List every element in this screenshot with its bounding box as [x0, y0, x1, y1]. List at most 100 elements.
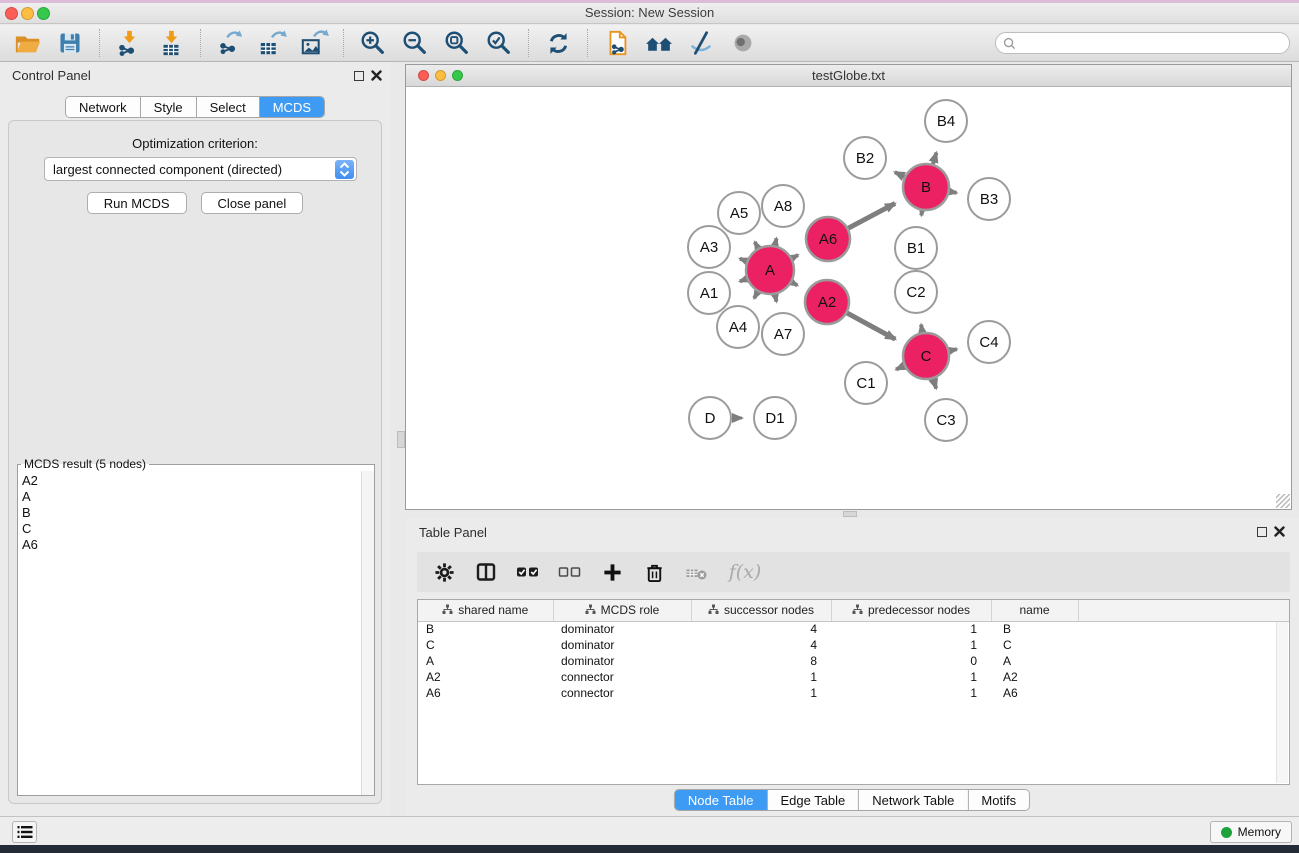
minimize-traffic-light[interactable]	[21, 7, 34, 20]
node-B1[interactable]: B1	[895, 227, 937, 269]
node-A6[interactable]: A6	[806, 217, 850, 261]
delete-table-button[interactable]	[683, 559, 709, 585]
column-header-name[interactable]: name	[991, 600, 1078, 621]
column-header-MCDS-role[interactable]: MCDS role	[553, 600, 691, 621]
export-image-button[interactable]	[298, 27, 330, 59]
show-hidden-button[interactable]	[727, 27, 759, 59]
zoom-out-button[interactable]	[399, 27, 431, 59]
table-row[interactable]: Cdominator41C	[418, 637, 1289, 653]
node-C3[interactable]: C3	[925, 399, 967, 441]
mcds-result-item[interactable]: A2	[18, 473, 361, 489]
node-C2[interactable]: C2	[895, 271, 937, 313]
close-traffic-light[interactable]	[5, 7, 18, 20]
edge-A-A7[interactable]	[775, 294, 776, 301]
select-all-button[interactable]	[515, 559, 541, 585]
column-header-successor-nodes[interactable]: successor nodes	[691, 600, 831, 621]
tab-style[interactable]: Style	[141, 97, 197, 117]
table-scrollbar[interactable]	[1276, 622, 1288, 783]
edge-C-C2[interactable]	[921, 325, 922, 333]
edge-A-A6[interactable]	[792, 255, 798, 258]
node-B[interactable]: B	[903, 164, 949, 210]
tab-network[interactable]: Network	[66, 97, 141, 117]
node-B4[interactable]: B4	[925, 100, 967, 142]
node-A7[interactable]: A7	[762, 313, 804, 355]
edge-A-A8[interactable]	[775, 238, 776, 245]
mcds-result-item[interactable]: B	[18, 505, 361, 521]
node-C[interactable]: C	[903, 333, 949, 379]
open-session-button[interactable]	[12, 27, 44, 59]
close-panel-icon[interactable]	[370, 69, 383, 82]
search-field[interactable]	[995, 32, 1290, 54]
zoom-traffic-light[interactable]	[37, 7, 50, 20]
create-column-button[interactable]	[599, 559, 625, 585]
zoom-in-button[interactable]	[357, 27, 389, 59]
network-minimize-traffic-light[interactable]	[435, 70, 446, 81]
node-C4[interactable]: C4	[968, 321, 1010, 363]
mcds-result-item[interactable]: A6	[18, 537, 361, 553]
node-B2[interactable]: B2	[844, 137, 886, 179]
tab-network-table[interactable]: Network Table	[859, 790, 968, 810]
criterion-select[interactable]: largest connected component (directed)	[44, 157, 357, 181]
edge-C-C1[interactable]	[896, 366, 904, 370]
close-table-panel-icon[interactable]	[1273, 525, 1286, 538]
export-table-button[interactable]	[256, 27, 288, 59]
table-row[interactable]: A6connector11A6	[418, 685, 1289, 701]
edge-A-A3[interactable]	[740, 259, 747, 262]
node-D[interactable]: D	[689, 397, 731, 439]
table-settings-button[interactable]	[431, 559, 457, 585]
mcds-result-item[interactable]: A	[18, 489, 361, 505]
homes-button[interactable]	[643, 27, 675, 59]
edge-A-A2[interactable]	[792, 282, 798, 285]
import-network-button[interactable]	[113, 27, 145, 59]
float-table-panel-icon[interactable]	[1257, 527, 1267, 537]
hide-selected-button[interactable]	[685, 27, 717, 59]
memory-button[interactable]: Memory	[1210, 821, 1292, 843]
node-D1[interactable]: D1	[754, 397, 796, 439]
edge-A-A1[interactable]	[740, 279, 747, 282]
node-A[interactable]: A	[746, 246, 794, 294]
tab-node-table[interactable]: Node Table	[675, 790, 768, 810]
delete-column-button[interactable]	[641, 559, 667, 585]
column-header-predecessor-nodes[interactable]: predecessor nodes	[831, 600, 991, 621]
tab-motifs[interactable]: Motifs	[968, 790, 1029, 810]
node-A8[interactable]: A8	[762, 185, 804, 227]
mcds-result-item[interactable]: C	[18, 521, 361, 537]
tab-edge-table[interactable]: Edge Table	[767, 790, 859, 810]
show-column-panel-button[interactable]	[473, 559, 499, 585]
function-builder-button[interactable]: f(x)	[725, 559, 765, 585]
import-table-button[interactable]	[155, 27, 187, 59]
network-zoom-traffic-light[interactable]	[452, 70, 463, 81]
refresh-button[interactable]	[542, 27, 574, 59]
show-panels-button[interactable]	[12, 821, 37, 843]
table-row[interactable]: Adominator80A	[418, 653, 1289, 669]
resize-grip[interactable]	[1276, 494, 1290, 508]
tab-mcds[interactable]: MCDS	[260, 97, 324, 117]
edge-A2-C[interactable]	[847, 313, 895, 339]
edge-C-C4[interactable]	[949, 349, 956, 351]
edge-B-B4[interactable]	[933, 153, 936, 164]
node-C1[interactable]: C1	[845, 362, 887, 404]
edge-A-A4[interactable]	[754, 292, 758, 298]
close-panel-button[interactable]: Close panel	[201, 192, 304, 214]
save-session-button[interactable]	[54, 27, 86, 59]
deselect-all-button[interactable]	[557, 559, 583, 585]
node-A5[interactable]: A5	[718, 192, 760, 234]
node-A1[interactable]: A1	[688, 272, 730, 314]
network-file-button[interactable]	[601, 27, 633, 59]
node-A2[interactable]: A2	[805, 280, 849, 324]
zoom-selected-button[interactable]	[483, 27, 515, 59]
mcds-list-scrollbar[interactable]	[361, 471, 374, 795]
node-B3[interactable]: B3	[968, 178, 1010, 220]
edge-B-B1[interactable]	[921, 211, 922, 216]
table-row[interactable]: Bdominator41B	[418, 621, 1289, 637]
edge-B-B3[interactable]	[950, 191, 957, 192]
vertical-splitter-handle[interactable]	[397, 431, 405, 448]
network-close-traffic-light[interactable]	[418, 70, 429, 81]
horizontal-splitter-handle[interactable]	[843, 511, 857, 517]
float-panel-icon[interactable]	[354, 71, 364, 81]
run-mcds-button[interactable]: Run MCDS	[87, 192, 187, 214]
node-A4[interactable]: A4	[717, 306, 759, 348]
search-input[interactable]	[1021, 36, 1289, 51]
export-network-button[interactable]	[214, 27, 246, 59]
node-A3[interactable]: A3	[688, 226, 730, 268]
